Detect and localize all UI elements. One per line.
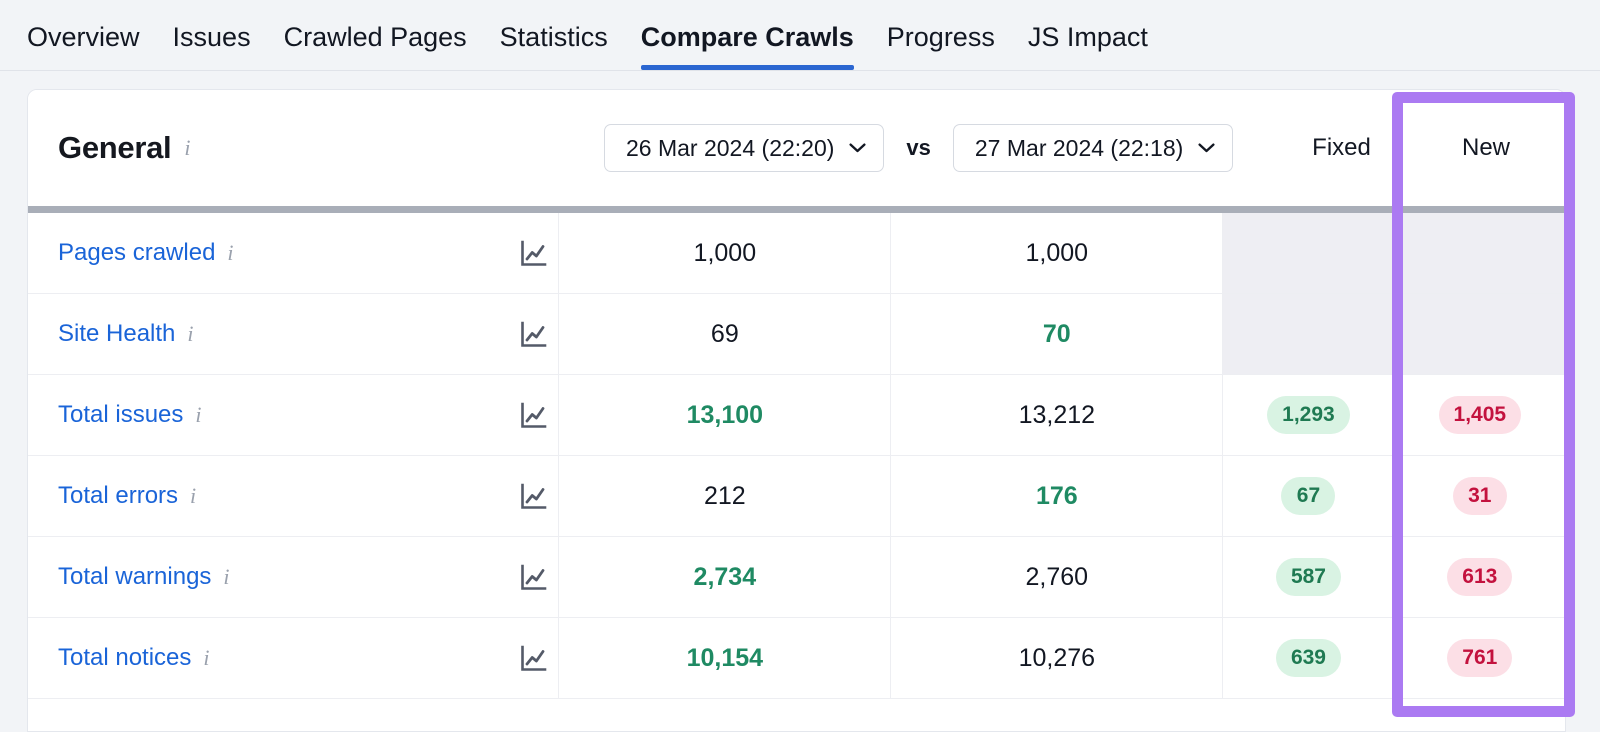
new-cell bbox=[1394, 294, 1565, 374]
tab-compare-crawls[interactable]: Compare Crawls bbox=[641, 24, 854, 70]
status-badge-new: 1,405 bbox=[1439, 396, 1522, 434]
tab-crawled-pages[interactable]: Crawled Pages bbox=[284, 24, 467, 70]
crawl-a-value-cell: 13,100 bbox=[558, 375, 890, 455]
new-cell: 613 bbox=[1394, 537, 1565, 617]
status-badge-fixed: 67 bbox=[1281, 477, 1335, 515]
status-badge-new: 761 bbox=[1447, 639, 1512, 677]
table-row: Site Health i 6970 bbox=[28, 294, 1565, 375]
comparison-table-body: Pages crawled i 1,0001,000 Site Health i 6970… bbox=[28, 213, 1565, 699]
new-cell bbox=[1394, 213, 1565, 293]
crawl-b-select[interactable]: 27 Mar 2024 (22:18) bbox=[953, 124, 1233, 172]
line-chart-icon[interactable] bbox=[509, 375, 559, 455]
tab-overview[interactable]: Overview bbox=[27, 24, 140, 70]
crawl-a-value-cell: 212 bbox=[558, 456, 890, 536]
crawl-b-value-cell: 70 bbox=[890, 294, 1222, 374]
fixed-cell: 1,293 bbox=[1222, 375, 1393, 455]
chevron-down-icon bbox=[1198, 143, 1215, 153]
status-badge-new: 31 bbox=[1453, 477, 1507, 515]
status-badge-fixed: 1,293 bbox=[1267, 396, 1350, 434]
metric-link-total-errors[interactable]: Total errors bbox=[58, 482, 178, 510]
row-label-cell: Total issues i bbox=[28, 375, 509, 455]
crawl-a-value-cell: 1,000 bbox=[558, 213, 890, 293]
new-cell: 1,405 bbox=[1394, 375, 1565, 455]
line-chart-icon[interactable] bbox=[509, 213, 559, 293]
table-row: Total errors i 212176 67 31 bbox=[28, 456, 1565, 537]
table-row: Total warnings i 2,7342,760 587 613 bbox=[28, 537, 1565, 618]
crawl-b-value-cell: 176 bbox=[890, 456, 1222, 536]
crawl-b-value-cell: 2,760 bbox=[890, 537, 1222, 617]
info-icon[interactable]: i bbox=[223, 566, 229, 588]
page-title: General bbox=[58, 130, 171, 166]
info-icon[interactable]: i bbox=[184, 137, 190, 159]
general-comparison-card: General i 26 Mar 2024 (22:20) vs 27 Mar … bbox=[27, 89, 1566, 732]
line-chart-icon[interactable] bbox=[509, 618, 559, 698]
chevron-down-icon bbox=[849, 143, 866, 153]
info-icon[interactable]: i bbox=[190, 485, 196, 507]
info-icon[interactable]: i bbox=[227, 242, 233, 264]
column-header-fixed: Fixed bbox=[1278, 90, 1405, 206]
line-chart-icon[interactable] bbox=[509, 456, 559, 536]
fixed-cell: 639 bbox=[1222, 618, 1393, 698]
card-header: General i 26 Mar 2024 (22:20) vs 27 Mar … bbox=[28, 90, 1565, 206]
crawl-b-value-cell: 10,276 bbox=[890, 618, 1222, 698]
row-label-cell: Total warnings i bbox=[28, 537, 509, 617]
crawl-a-value-cell: 10,154 bbox=[558, 618, 890, 698]
fixed-cell: 587 bbox=[1222, 537, 1393, 617]
metric-link-site-health[interactable]: Site Health bbox=[58, 320, 175, 348]
row-label-cell: Total notices i bbox=[28, 618, 509, 698]
card-title-group: General i bbox=[58, 130, 190, 166]
tab-progress[interactable]: Progress bbox=[887, 24, 995, 70]
info-icon[interactable]: i bbox=[195, 404, 201, 426]
tab-js-impact[interactable]: JS Impact bbox=[1028, 24, 1148, 70]
metric-link-total-issues[interactable]: Total issues bbox=[58, 401, 183, 429]
row-label-cell: Pages crawled i bbox=[28, 213, 509, 293]
row-label-cell: Site Health i bbox=[28, 294, 509, 374]
line-chart-icon[interactable] bbox=[509, 294, 559, 374]
metric-link-total-warnings[interactable]: Total warnings bbox=[58, 563, 211, 591]
status-badge-fixed: 639 bbox=[1276, 639, 1341, 677]
horizontal-scrollbar[interactable] bbox=[28, 206, 1565, 213]
fixed-cell bbox=[1222, 213, 1393, 293]
fixed-cell: 67 bbox=[1222, 456, 1393, 536]
info-icon[interactable]: i bbox=[187, 323, 193, 345]
crawl-a-value-cell: 69 bbox=[558, 294, 890, 374]
row-label-cell: Total errors i bbox=[28, 456, 509, 536]
new-cell: 761 bbox=[1394, 618, 1565, 698]
table-row: Total notices i 10,15410,276 639 761 bbox=[28, 618, 1565, 699]
new-cell: 31 bbox=[1394, 456, 1565, 536]
crawl-b-value: 27 Mar 2024 (22:18) bbox=[975, 135, 1183, 162]
status-badge-fixed: 587 bbox=[1276, 558, 1341, 596]
fixed-cell bbox=[1222, 294, 1393, 374]
tab-statistics[interactable]: Statistics bbox=[500, 24, 608, 70]
tab-issues[interactable]: Issues bbox=[173, 24, 251, 70]
table-row: Pages crawled i 1,0001,000 bbox=[28, 213, 1565, 294]
column-header-new: New bbox=[1405, 90, 1566, 206]
primary-tab-bar: Overview Issues Crawled Pages Statistics Com… bbox=[0, 0, 1600, 71]
metric-link-pages-crawled[interactable]: Pages crawled bbox=[58, 239, 215, 267]
crawl-a-value: 26 Mar 2024 (22:20) bbox=[626, 135, 834, 162]
crawl-b-value-cell: 1,000 bbox=[890, 213, 1222, 293]
status-badge-new: 613 bbox=[1447, 558, 1512, 596]
line-chart-icon[interactable] bbox=[509, 537, 559, 617]
info-icon[interactable]: i bbox=[203, 647, 209, 669]
crawl-date-pickers: 26 Mar 2024 (22:20) vs 27 Mar 2024 (22:1… bbox=[604, 124, 1233, 172]
crawl-a-value-cell: 2,734 bbox=[558, 537, 890, 617]
vs-label: vs bbox=[906, 135, 930, 161]
table-row: Total issues i 13,10013,212 1,293 1,405 bbox=[28, 375, 1565, 456]
crawl-b-value-cell: 13,212 bbox=[890, 375, 1222, 455]
crawl-a-select[interactable]: 26 Mar 2024 (22:20) bbox=[604, 124, 884, 172]
metric-link-total-notices[interactable]: Total notices bbox=[58, 644, 191, 672]
